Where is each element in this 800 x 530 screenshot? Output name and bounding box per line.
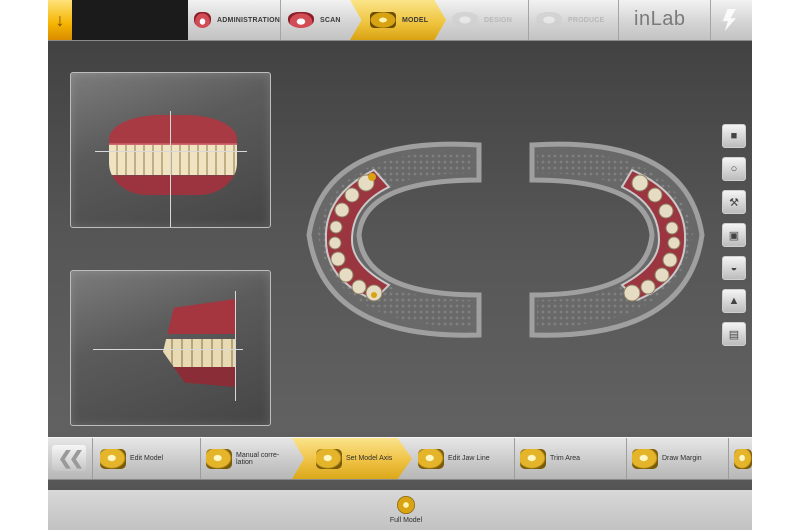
- step-label: DESIGN: [484, 16, 513, 24]
- front-view-panel[interactable]: [70, 72, 271, 228]
- brand-logo: inLab: [634, 8, 686, 30]
- divider: [528, 0, 529, 40]
- step-scan[interactable]: SCAN: [288, 0, 350, 40]
- cube-icon[interactable]: ■: [722, 124, 746, 148]
- model-toolbar: ❮❮ Edit Model Manual corre- lation Set M…: [48, 437, 752, 480]
- crosshair-vertical: [235, 291, 236, 401]
- lower-jaw-model: [529, 141, 705, 338]
- book-icon[interactable]: ▤: [722, 322, 746, 346]
- tool-trim-area[interactable]: Trim Area: [520, 438, 624, 479]
- crosshair-horizontal: [95, 151, 247, 152]
- patient-info-area: [72, 0, 188, 40]
- lower-jaw-view[interactable]: [522, 135, 707, 345]
- edit-jaw-line-icon: [418, 448, 444, 469]
- model-icon: [370, 12, 396, 28]
- divider: [280, 0, 281, 40]
- tool-manual-correlation[interactable]: Manual corre- lation: [206, 438, 296, 479]
- previous-button[interactable]: ❮❮: [52, 445, 86, 471]
- step-label: SCAN: [320, 16, 341, 24]
- tool-next-partial[interactable]: [734, 438, 752, 479]
- draw-margin-icon: [632, 448, 658, 469]
- jaw-icon[interactable]: ◒: [722, 256, 746, 280]
- step-label: PRODUCE: [568, 16, 605, 24]
- tool-label: Edit Jaw Line: [448, 455, 490, 462]
- divider: [626, 438, 627, 479]
- divider: [710, 0, 711, 40]
- screen-icon[interactable]: ▣: [722, 223, 746, 247]
- divider: [728, 438, 729, 479]
- tool-set-model-axis[interactable]: Set Model Axis: [292, 438, 412, 479]
- side-view-panel[interactable]: [70, 270, 271, 426]
- double-chevron-left-icon: ❮❮: [57, 447, 84, 468]
- tool-edit-jaw-line[interactable]: Edit Jaw Line: [418, 438, 514, 479]
- full-model-label: Full Model: [389, 517, 423, 524]
- step-label: ADMINISTRATION: [217, 16, 280, 24]
- crosshair-horizontal: [93, 349, 243, 350]
- tool-label: Draw Margin: [662, 455, 702, 462]
- step-label: MODEL: [402, 16, 429, 24]
- model-selection-bar: Full Model: [48, 490, 752, 530]
- home-button[interactable]: ↓: [48, 0, 72, 40]
- dentition-front-render: [109, 115, 237, 195]
- tooth-tool-icon[interactable]: ⚒: [722, 190, 746, 214]
- tool-label: Set Model Axis: [346, 455, 393, 462]
- workflow-bar: ↓ ADMINISTRATION SCAN MODEL DESIGN PRODU…: [48, 0, 752, 41]
- edit-model-icon: [100, 448, 126, 469]
- design-icon: [452, 12, 478, 28]
- tool-edit-model[interactable]: Edit Model: [100, 438, 200, 479]
- trim-area-icon: [520, 448, 546, 469]
- ring-icon[interactable]: ○: [722, 157, 746, 181]
- upper-jaw-model: [306, 141, 482, 338]
- arrow-down-icon: ↓: [55, 9, 65, 30]
- dentition-icon: [288, 12, 314, 28]
- divider: [200, 438, 201, 479]
- tool-draw-margin[interactable]: Draw Margin: [632, 438, 728, 479]
- step-model[interactable]: MODEL: [350, 0, 446, 40]
- step-administration[interactable]: ADMINISTRATION: [194, 0, 280, 40]
- next-tool-icon: [734, 448, 752, 469]
- step-produce: PRODUCE: [536, 0, 614, 40]
- full-model-button[interactable]: Full Model: [356, 490, 456, 530]
- manual-correlation-icon: [206, 448, 232, 469]
- lightning-icon[interactable]: [722, 9, 736, 31]
- dentition-side-render: [163, 299, 235, 387]
- dentition-icon: [194, 12, 212, 28]
- step-design: DESIGN: [452, 0, 524, 40]
- divider: [514, 438, 515, 479]
- divider: [92, 438, 93, 479]
- produce-icon: [536, 12, 562, 28]
- tool-label: Manual corre- lation: [236, 451, 280, 466]
- divider: [618, 0, 619, 40]
- full-model-icon: [397, 496, 415, 514]
- tool-label: Edit Model: [130, 455, 164, 462]
- crosshair-vertical: [170, 111, 171, 227]
- app-window: ↓ ADMINISTRATION SCAN MODEL DESIGN PRODU…: [48, 0, 752, 530]
- set-model-axis-icon: [316, 448, 342, 469]
- tool-label: Trim Area: [550, 455, 581, 462]
- blue-figure-icon[interactable]: ▲: [722, 289, 746, 313]
- upper-jaw-view[interactable]: [304, 135, 489, 345]
